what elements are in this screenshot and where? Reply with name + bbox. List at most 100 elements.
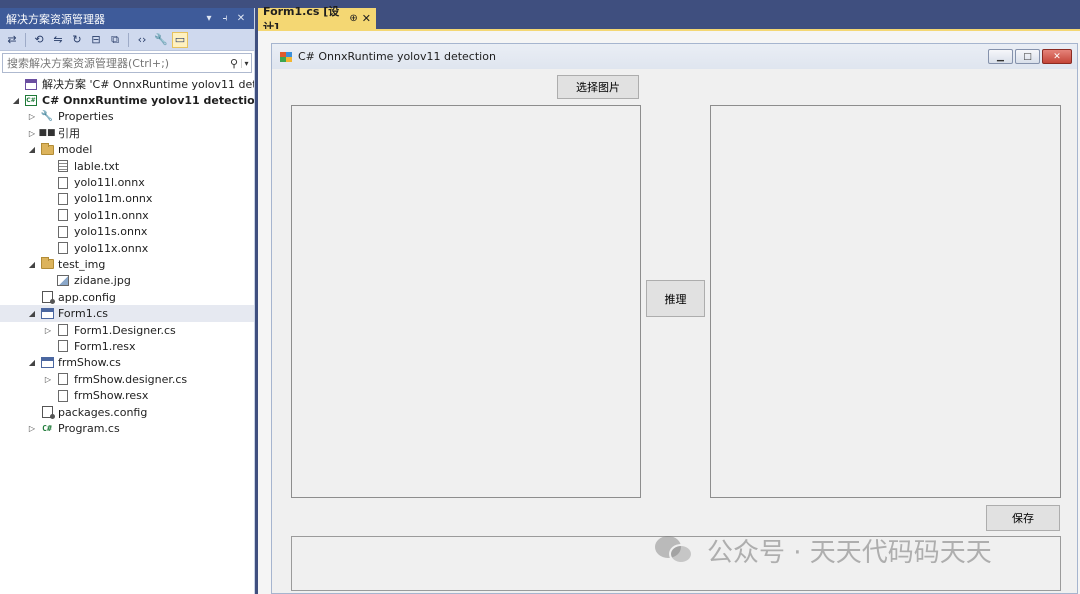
close-button[interactable]: ✕ (1042, 49, 1072, 64)
watermark-text: 公众号 · 天天代码码天天 (707, 538, 992, 568)
file-icon (56, 373, 70, 386)
tree-node[interactable]: ▷ ■■ 引用 (0, 125, 254, 141)
tree-node[interactable]: lable.txt (0, 158, 254, 174)
preview-selected-icon[interactable]: ▭ (172, 31, 188, 48)
pin-icon[interactable]: ⫞ (218, 13, 232, 24)
expand-arrow-icon[interactable]: ▷ (26, 424, 38, 433)
save-button[interactable]: 保存 (986, 505, 1060, 531)
tree-node[interactable]: yolo11l.onnx (0, 174, 254, 190)
file-icon (56, 324, 70, 337)
select-image-button[interactable]: 选择图片 (557, 75, 639, 99)
tree-node[interactable]: yolo11m.onnx (0, 191, 254, 207)
close-icon[interactable]: ✕ (362, 12, 371, 25)
collapse-arrow-icon[interactable]: ◢ (10, 96, 22, 105)
maximize-button[interactable]: □ (1015, 49, 1040, 64)
toolbar-separator (128, 32, 129, 47)
form-icon (40, 307, 54, 320)
tree-node-label: frmShow.resx (74, 389, 149, 403)
collapse-all-icon[interactable]: ⊟ (88, 32, 104, 48)
pin-icon[interactable]: ⊕ (349, 13, 357, 24)
solution-explorer-titlebar: 解决方案资源管理器 ▾ ⫞ ✕ (0, 8, 254, 29)
tree-node-label: 引用 (58, 127, 80, 141)
csharp-project-icon: C# (25, 95, 37, 107)
minimize-button[interactable]: ▁ (988, 49, 1013, 64)
tree-node[interactable]: ◢ C# C# OnnxRuntime yolov11 detection (0, 92, 254, 108)
search-icon[interactable]: ⚲ (227, 57, 241, 70)
properties-icon[interactable]: 🔧 (153, 32, 169, 48)
tree-node-label: packages.config (58, 405, 148, 419)
tree-node[interactable]: ▷ 🔧 Properties (0, 109, 254, 125)
view-code-icon[interactable]: ‹› (134, 32, 150, 48)
tree-node[interactable]: ▷ C# Program.cs (0, 420, 254, 436)
solution-explorer-panel: 解决方案资源管理器 ▾ ⫞ ✕ ⇄ ⟲ ⇋ ↻ ⊟ ⧉ ‹› 🔧 ▭ ⚲ ▾ 解… (0, 8, 255, 594)
toolbar-separator (25, 32, 26, 47)
tree-node[interactable]: ◢ test_img (0, 256, 254, 272)
show-all-files-icon[interactable]: ⧉ (107, 32, 123, 48)
form-title: C# OnnxRuntime yolov11 detection (298, 50, 496, 63)
tree-node[interactable]: ◢ model (0, 142, 254, 158)
switch-views-icon[interactable]: ⇄ (4, 32, 20, 48)
form-app-icon (280, 51, 292, 62)
text-file-icon (56, 160, 70, 173)
tree-node-label: yolo11x.onnx (74, 241, 149, 255)
tree-node[interactable]: 解决方案 'C# OnnxRuntime yolov11 detection' … (0, 76, 254, 92)
minimize-icon: ▁ (997, 51, 1004, 62)
tree-node[interactable]: ◢ frmShow.cs (0, 355, 254, 371)
infer-button[interactable]: 推理 (646, 280, 705, 317)
expand-arrow-icon[interactable]: ▷ (42, 326, 54, 335)
history-icon[interactable]: ⟲ (31, 32, 47, 48)
tree-node[interactable]: ◢ Form1.cs (0, 305, 254, 322)
tree-node-label: zidane.jpg (74, 274, 131, 288)
tree-node[interactable]: Form1.resx (0, 338, 254, 354)
expand-arrow-icon[interactable]: ▷ (26, 129, 38, 138)
tree-node-label: Properties (58, 110, 114, 124)
collapse-arrow-icon[interactable]: ◢ (26, 358, 38, 367)
file-icon (56, 340, 70, 353)
tree-node-label: model (58, 143, 93, 157)
refresh-icon[interactable]: ↻ (69, 32, 85, 48)
tree-node-label: yolo11m.onnx (74, 192, 153, 206)
tree-node[interactable]: zidane.jpg (0, 273, 254, 289)
tree-node[interactable]: frmShow.resx (0, 387, 254, 403)
tree-node[interactable]: app.config (0, 289, 254, 305)
file-icon (56, 176, 70, 189)
wechat-icon (655, 534, 697, 568)
wrench-icon: 🔧 (40, 111, 54, 123)
tree-node[interactable]: yolo11s.onnx (0, 224, 254, 240)
tree-node-label: frmShow.cs (58, 356, 121, 370)
solution-search-box[interactable]: ⚲ ▾ (2, 53, 252, 73)
image-file-icon (56, 274, 70, 287)
tree-node-label: test_img (58, 257, 106, 271)
tree-node-label: lable.txt (74, 159, 120, 173)
expand-arrow-icon[interactable]: ▷ (42, 375, 54, 384)
source-picturebox[interactable] (291, 105, 641, 498)
search-options-dropdown-icon[interactable]: ▾ (241, 58, 251, 68)
form-window[interactable]: C# OnnxRuntime yolov11 detection ▁ □ ✕ 选… (271, 43, 1078, 594)
config-file-icon (40, 291, 55, 305)
folder-icon (40, 142, 54, 156)
tree-node-label: frmShow.designer.cs (74, 372, 188, 386)
collapse-arrow-icon[interactable]: ◢ (26, 309, 38, 318)
solution-search-input[interactable] (3, 56, 227, 70)
folder-icon (40, 257, 54, 271)
tree-node[interactable]: ▷ Form1.Designer.cs (0, 322, 254, 338)
tree-node[interactable]: yolo11n.onnx (0, 207, 254, 223)
references-icon: ■■ (38, 128, 56, 139)
tree-node[interactable]: packages.config (0, 404, 254, 420)
tree-node[interactable]: yolo11x.onnx (0, 240, 254, 256)
back-forward-icon[interactable]: ⇋ (50, 32, 66, 48)
solution-explorer-toolbar: ⇄ ⟲ ⇋ ↻ ⊟ ⧉ ‹› 🔧 ▭ (0, 29, 254, 51)
tree-node[interactable]: ▷ frmShow.designer.cs (0, 371, 254, 387)
form-icon (40, 356, 54, 369)
dropdown-icon[interactable]: ▾ (202, 13, 216, 24)
collapse-arrow-icon[interactable]: ◢ (26, 260, 38, 269)
result-picturebox[interactable] (710, 105, 1061, 498)
close-icon[interactable]: ✕ (234, 13, 248, 24)
tree-node-label: Form1.Designer.cs (74, 323, 176, 337)
expand-arrow-icon[interactable]: ▷ (26, 112, 38, 121)
watermark: 公众号 · 天天代码码天天 (655, 532, 992, 569)
tab-form1-design[interactable]: Form1.cs [设计] ⊕ ✕ (258, 5, 376, 34)
collapse-arrow-icon[interactable]: ◢ (26, 145, 38, 154)
file-icon (56, 242, 70, 255)
config-file-icon (40, 406, 55, 419)
